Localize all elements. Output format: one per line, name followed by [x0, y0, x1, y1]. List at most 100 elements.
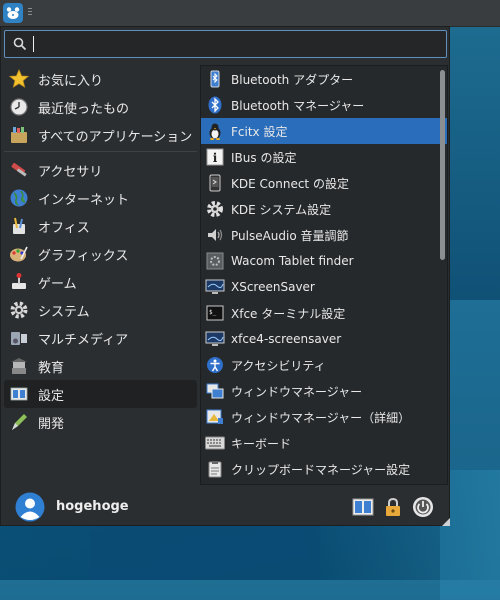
whisker-menu: お気に入り 最近使ったもの すべてのアプリケーション アクセサリ インターネット… [0, 26, 450, 526]
app-label: PulseAudio 音量調節 [231, 228, 349, 243]
category-development[interactable]: 開発 [4, 408, 197, 436]
app-window-manager[interactable]: ウィンドウマネージャー [201, 378, 447, 404]
category-education[interactable]: 教育 [4, 352, 197, 380]
star-icon [8, 68, 30, 90]
keyboard-icon [205, 433, 225, 453]
top-panel [0, 0, 500, 27]
app-bluetooth-adapter[interactable]: Bluetooth アダプター [201, 66, 447, 92]
app-label: KDE Connect の設定 [231, 176, 349, 191]
log-out-button[interactable] [411, 495, 435, 519]
penguin-icon [205, 121, 225, 141]
category-graphics[interactable]: グラフィックス [4, 240, 197, 268]
app-label: KDE システム設定 [231, 202, 332, 217]
app-pulseaudio-volume[interactable]: PulseAudio 音量調節 [201, 222, 447, 248]
category-settings[interactable]: 設定 [4, 380, 197, 408]
gear-icon [205, 199, 225, 219]
accessories-icon [8, 159, 30, 181]
game-icon [8, 271, 30, 293]
app-label: Fcitx 設定 [231, 124, 288, 139]
category-label: 最近使ったもの [38, 101, 130, 117]
category-multimedia[interactable]: マルチメディア [4, 324, 197, 352]
app-label: ウィンドウマネージャー（詳細） [231, 410, 411, 425]
all-apps-icon [8, 124, 30, 146]
category-list: お気に入り 最近使ったもの すべてのアプリケーション アクセサリ インターネット… [4, 65, 197, 436]
search-input[interactable] [31, 35, 431, 53]
clipboard-icon [205, 459, 225, 479]
app-label: クリップボードマネージャー設定 [231, 462, 411, 477]
terminal-icon: $_ [205, 303, 225, 323]
text-caret [33, 36, 34, 52]
development-icon [8, 411, 30, 433]
monitor-icon [205, 329, 225, 349]
application-list[interactable]: Bluetooth アダプター Bluetooth マネージャー Fcitx 設… [200, 65, 448, 485]
category-label: お気に入り [38, 73, 104, 89]
app-label: Bluetooth マネージャー [231, 98, 365, 113]
settings-manager-icon [352, 498, 374, 516]
app-label: ウィンドウマネージャー [231, 384, 363, 399]
category-label: アクセサリ [38, 164, 103, 180]
category-label: マルチメディア [38, 332, 129, 348]
app-label: IBus の設定 [231, 150, 297, 165]
speaker-icon [205, 225, 225, 245]
bluetooth-adapter-icon [205, 69, 225, 89]
category-all-applications[interactable]: すべてのアプリケーション [4, 121, 197, 149]
app-label: アクセシビリティ [231, 358, 326, 373]
category-favorites[interactable]: お気に入り [4, 65, 197, 93]
category-system[interactable]: システム [4, 296, 197, 324]
app-bluetooth-manager[interactable]: Bluetooth マネージャー [201, 92, 447, 118]
app-wacom-tablet-finder[interactable]: Wacom Tablet finder [201, 248, 447, 274]
app-label: Xfce ターミナル設定 [231, 306, 346, 321]
menu-resize-grip[interactable] [442, 518, 450, 526]
username[interactable]: hogehoge [56, 499, 129, 514]
app-kde-connect-settings[interactable]: KDE Connect の設定 [201, 170, 447, 196]
app-kde-system-settings[interactable]: KDE システム設定 [201, 196, 447, 222]
category-label: インターネット [38, 192, 130, 208]
category-label: すべてのアプリケーション [38, 129, 193, 145]
window-manager-icon [205, 381, 225, 401]
app-accessibility[interactable]: アクセシビリティ [201, 352, 447, 378]
app-fcitx-settings[interactable]: Fcitx 設定 [201, 118, 447, 144]
app-xscreensaver[interactable]: XScreenSaver [201, 274, 447, 300]
category-label: ゲーム [38, 276, 77, 292]
category-internet[interactable]: インターネット [4, 184, 197, 212]
category-label: 設定 [38, 388, 65, 404]
graphics-icon [8, 243, 30, 265]
app-label: Wacom Tablet finder [231, 254, 354, 268]
category-accessories[interactable]: アクセサリ [4, 156, 197, 184]
lock-screen-button[interactable] [381, 495, 405, 519]
search-icon [13, 37, 27, 51]
avatar[interactable] [15, 492, 45, 522]
search-box[interactable] [4, 30, 447, 58]
desktop-wallpaper-block [90, 520, 320, 580]
app-label: キーボード [231, 436, 292, 451]
education-icon [8, 355, 30, 377]
app-ibus-settings[interactable]: i IBus の設定 [201, 144, 447, 170]
category-label: 開発 [38, 416, 65, 432]
panel-drag-handle[interactable] [27, 6, 33, 20]
app-label: XScreenSaver [231, 280, 315, 294]
info-icon: i [205, 147, 225, 167]
app-clipboard-manager-settings[interactable]: クリップボードマネージャー設定 [201, 456, 447, 482]
app-xfce4-screensaver[interactable]: xfce4-screensaver [201, 326, 447, 352]
category-office[interactable]: オフィス [4, 212, 197, 240]
svg-text:$_: $_ [209, 309, 217, 316]
app-keyboard[interactable]: キーボード [201, 430, 447, 456]
app-xfce-terminal-settings[interactable]: $_ Xfce ターミナル設定 [201, 300, 447, 326]
category-games[interactable]: ゲーム [4, 268, 197, 296]
settings-manager-button[interactable] [351, 495, 375, 519]
category-label: グラフィックス [38, 248, 129, 264]
category-label: 教育 [38, 360, 65, 376]
lock-icon [386, 497, 400, 516]
menu-footer: hogehoge [1, 489, 451, 527]
category-separator [4, 151, 197, 152]
whisker-menu-button[interactable] [3, 3, 23, 23]
app-label: xfce4-screensaver [231, 332, 342, 346]
phone-icon [205, 173, 225, 193]
system-gear-icon [8, 299, 30, 321]
app-list-scrollbar[interactable] [440, 70, 445, 260]
app-window-manager-tweaks[interactable]: ウィンドウマネージャー（詳細） [201, 404, 447, 430]
category-label: システム [38, 304, 90, 320]
category-recent[interactable]: 最近使ったもの [4, 93, 197, 121]
globe-icon [8, 187, 30, 209]
multimedia-icon [8, 327, 30, 349]
